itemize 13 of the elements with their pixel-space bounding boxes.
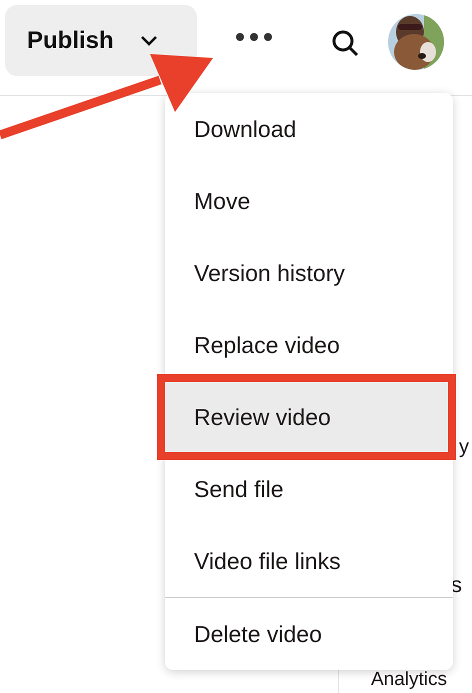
text-fragment: y (459, 436, 469, 459)
menu-item[interactable]: Video file links (165, 525, 453, 597)
analytics-label: Analytics (371, 669, 448, 691)
more-options-button[interactable] (235, 32, 273, 42)
menu-item[interactable]: Send file (165, 453, 453, 525)
menu-item[interactable]: Version history (165, 237, 453, 309)
menu-item[interactable]: Replace video (165, 309, 453, 381)
publish-button[interactable]: Publish (5, 5, 197, 76)
menu-item[interactable]: Download (165, 93, 453, 165)
menu-item[interactable]: Move (165, 165, 453, 237)
search-icon[interactable] (331, 29, 359, 57)
chevron-down-icon (140, 35, 158, 46)
menu-item[interactable]: Delete video (165, 597, 453, 670)
